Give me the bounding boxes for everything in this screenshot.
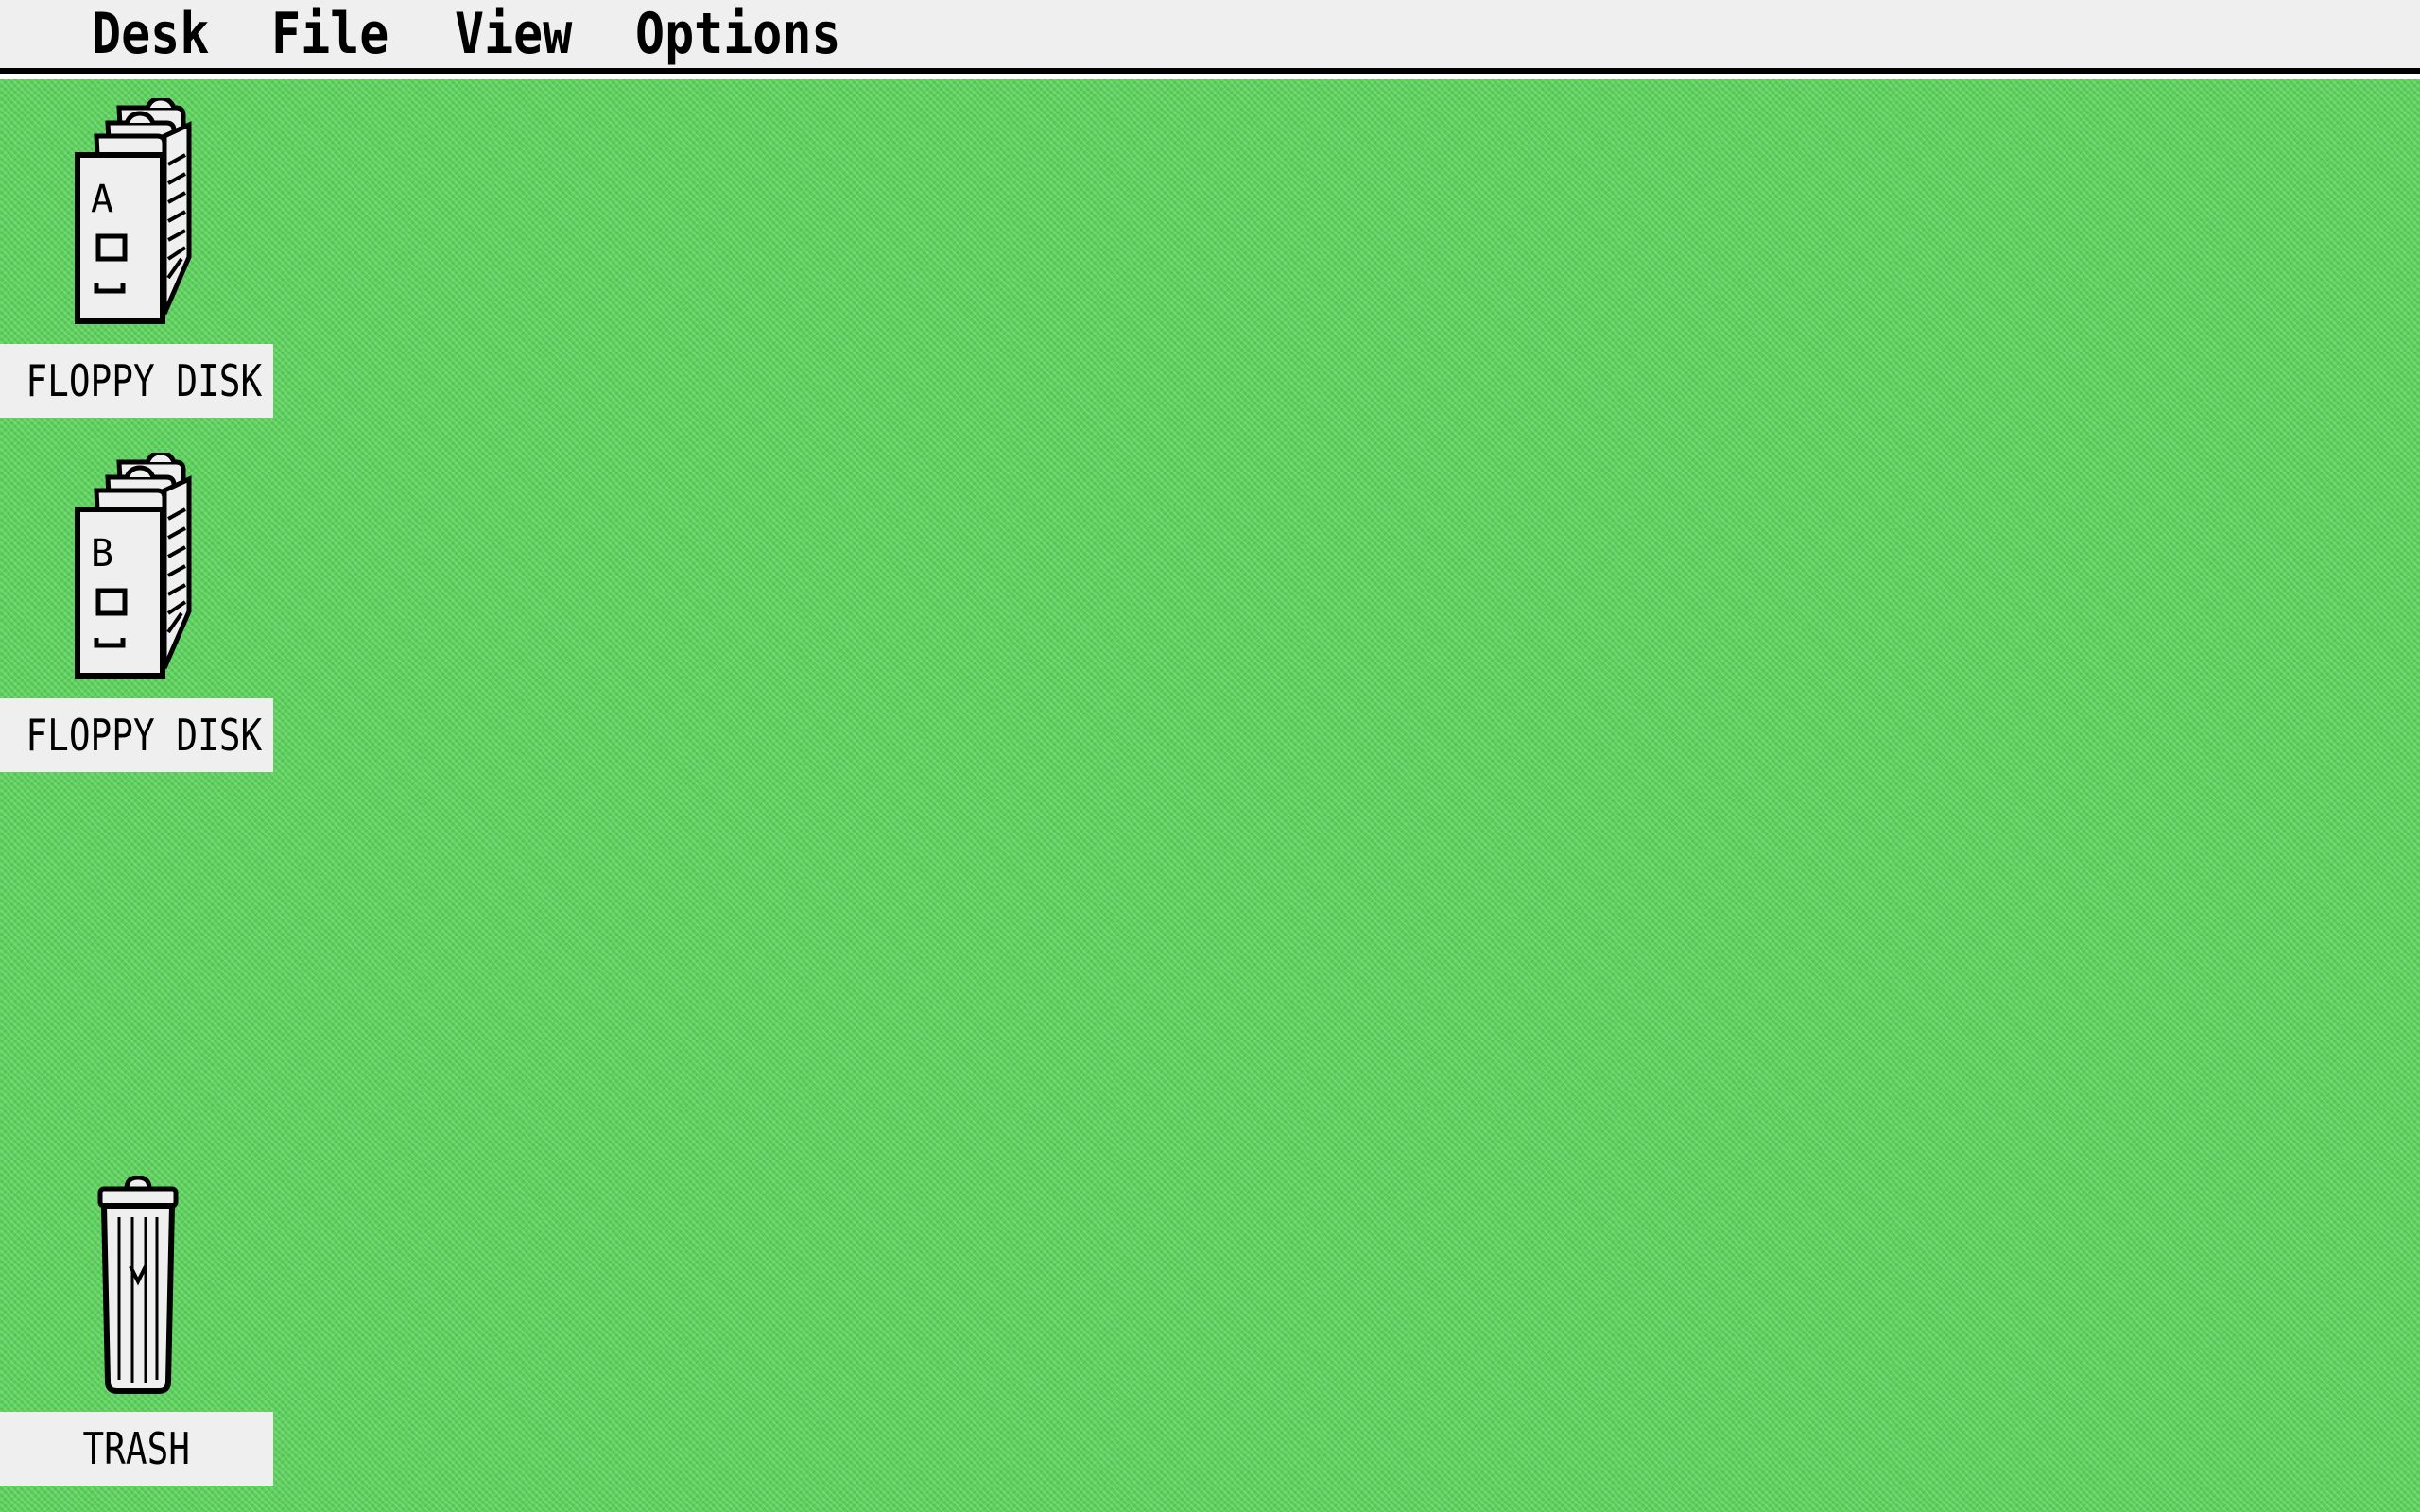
menu-view[interactable]: View [455, 0, 572, 68]
menu-desk[interactable]: Desk [92, 0, 209, 68]
menu-options[interactable]: Options [635, 0, 840, 68]
floppy-disk-b-icon[interactable]: B FLOPPY DISK [0, 453, 273, 772]
drive-letter: A [91, 178, 113, 221]
trash-can-icon [97, 1176, 179, 1394]
menu-file[interactable]: File [271, 0, 389, 68]
desktop[interactable]: A FLOPPY DISK B FLOPPY DISK TRASH [0, 79, 2420, 1512]
trash-label: TRASH [0, 1412, 273, 1486]
floppy-drive-icon: A [75, 98, 192, 324]
trash-icon[interactable]: TRASH [0, 1176, 273, 1487]
floppy-disk-b-label: FLOPPY DISK [0, 698, 273, 772]
menu-bar: Desk File View Options [0, 0, 2420, 74]
floppy-drive-icon: B [75, 453, 192, 679]
drive-letter: B [91, 532, 113, 576]
floppy-disk-a-label: FLOPPY DISK [0, 344, 273, 418]
floppy-disk-a-icon[interactable]: A FLOPPY DISK [0, 98, 273, 418]
